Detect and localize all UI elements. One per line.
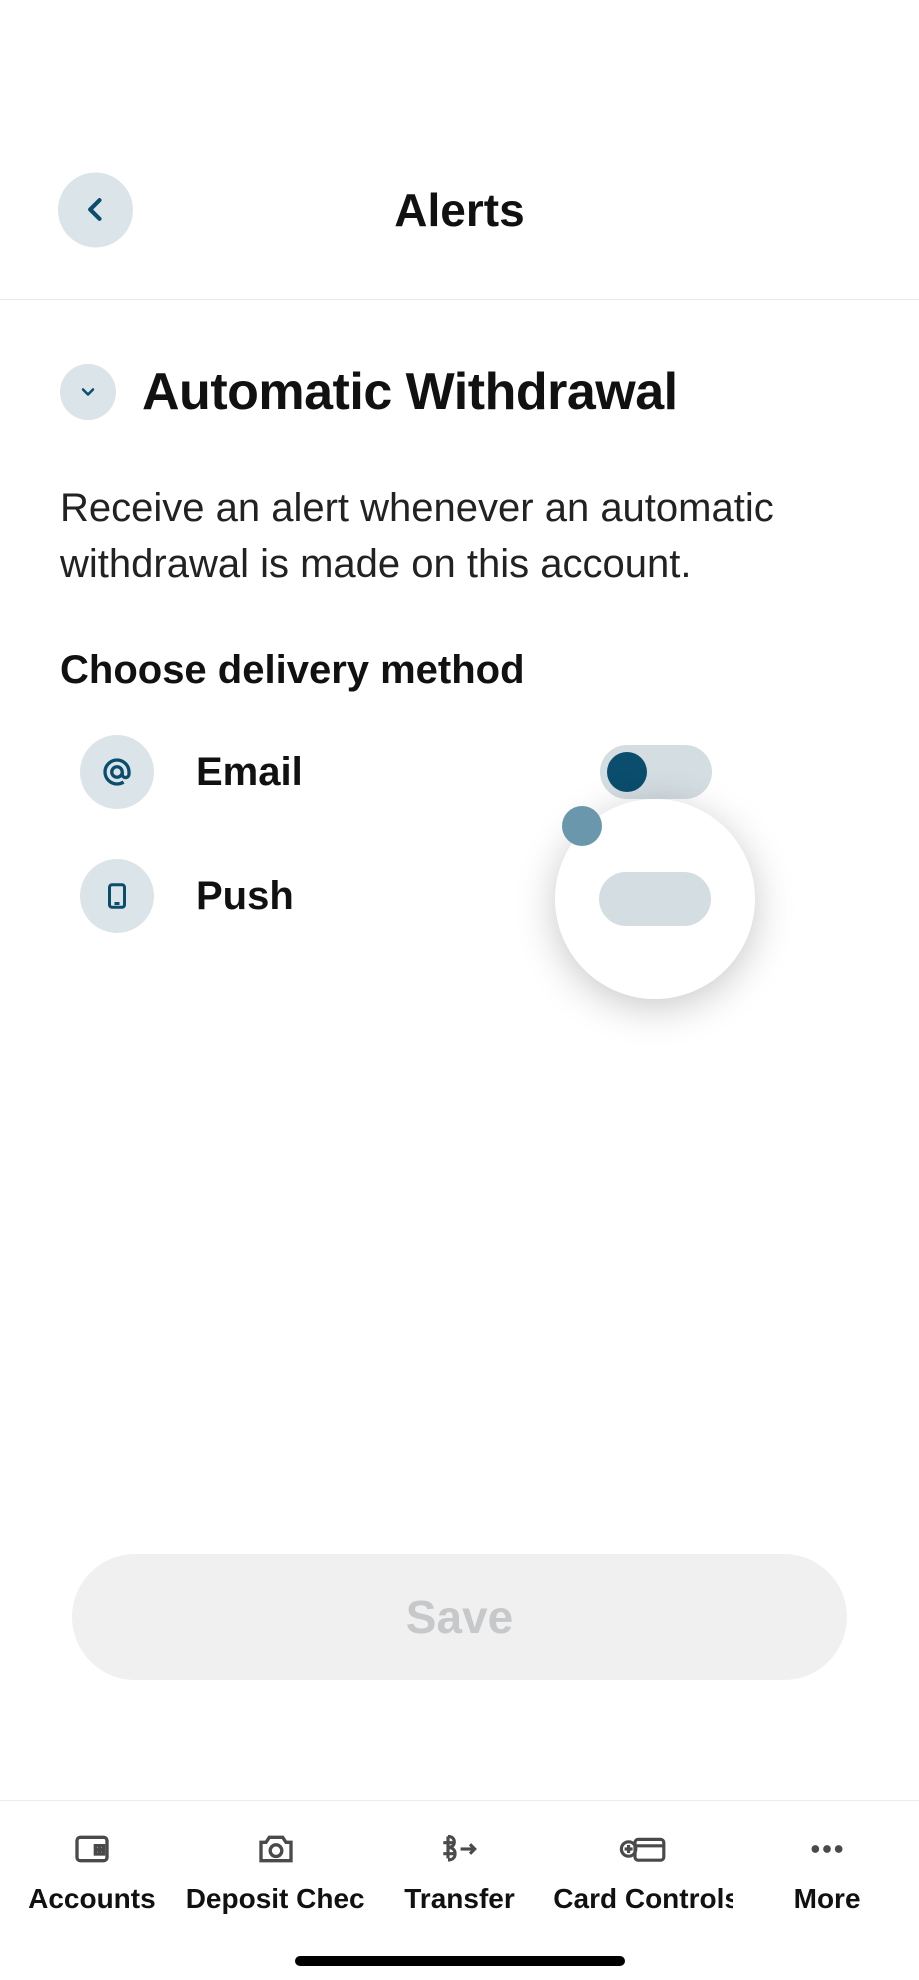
camera-icon [256,1829,296,1869]
push-icon-circle [80,859,154,933]
tab-label: Accounts [28,1883,156,1915]
tab-accounts[interactable]: Accounts [2,1829,182,1915]
chevron-down-icon [78,382,98,402]
home-indicator[interactable] [295,1956,625,1966]
email-option-row: Email [60,735,859,809]
delivery-method-label: Choose delivery method [60,648,859,693]
tab-label: Deposit Check [186,1883,366,1915]
tab-label: Transfer [404,1883,515,1915]
save-button[interactable]: Save [72,1554,847,1680]
phone-icon [102,878,132,914]
email-label: Email [196,750,303,795]
tab-label: More [794,1883,861,1915]
header: Alerts [0,120,919,300]
content: Automatic Withdrawal Receive an alert wh… [0,300,919,1800]
card-plus-icon [619,1829,667,1869]
toggle-knob [562,806,602,846]
push-label: Push [196,874,294,919]
chevron-left-icon [82,191,110,229]
page-title: Alerts [394,183,524,237]
email-icon-circle [80,735,154,809]
section-title: Automatic Withdrawal [142,362,678,422]
tab-bar: Accounts Deposit Check Transfer Card Con… [0,1800,919,1980]
focus-highlight [555,799,755,999]
tab-transfer[interactable]: Transfer [369,1829,549,1915]
status-bar [0,0,919,120]
spacer [60,933,859,1554]
toggle-knob [607,752,647,792]
tab-label: Card Controls [553,1883,733,1915]
more-icon [805,1829,849,1869]
collapse-button[interactable] [60,364,116,420]
tab-card-controls[interactable]: Card Controls [553,1829,733,1915]
section-header[interactable]: Automatic Withdrawal [60,362,859,422]
tab-more[interactable]: More [737,1829,917,1915]
transfer-icon [437,1829,481,1869]
email-toggle[interactable] [600,745,712,799]
at-sign-icon [99,754,135,790]
push-option-row: Push [60,859,859,933]
section-description: Receive an alert whenever an automatic w… [60,480,850,592]
wallet-icon [72,1829,112,1869]
back-button[interactable] [58,172,133,247]
push-toggle[interactable] [599,872,711,926]
tab-deposit-check[interactable]: Deposit Check [186,1829,366,1915]
